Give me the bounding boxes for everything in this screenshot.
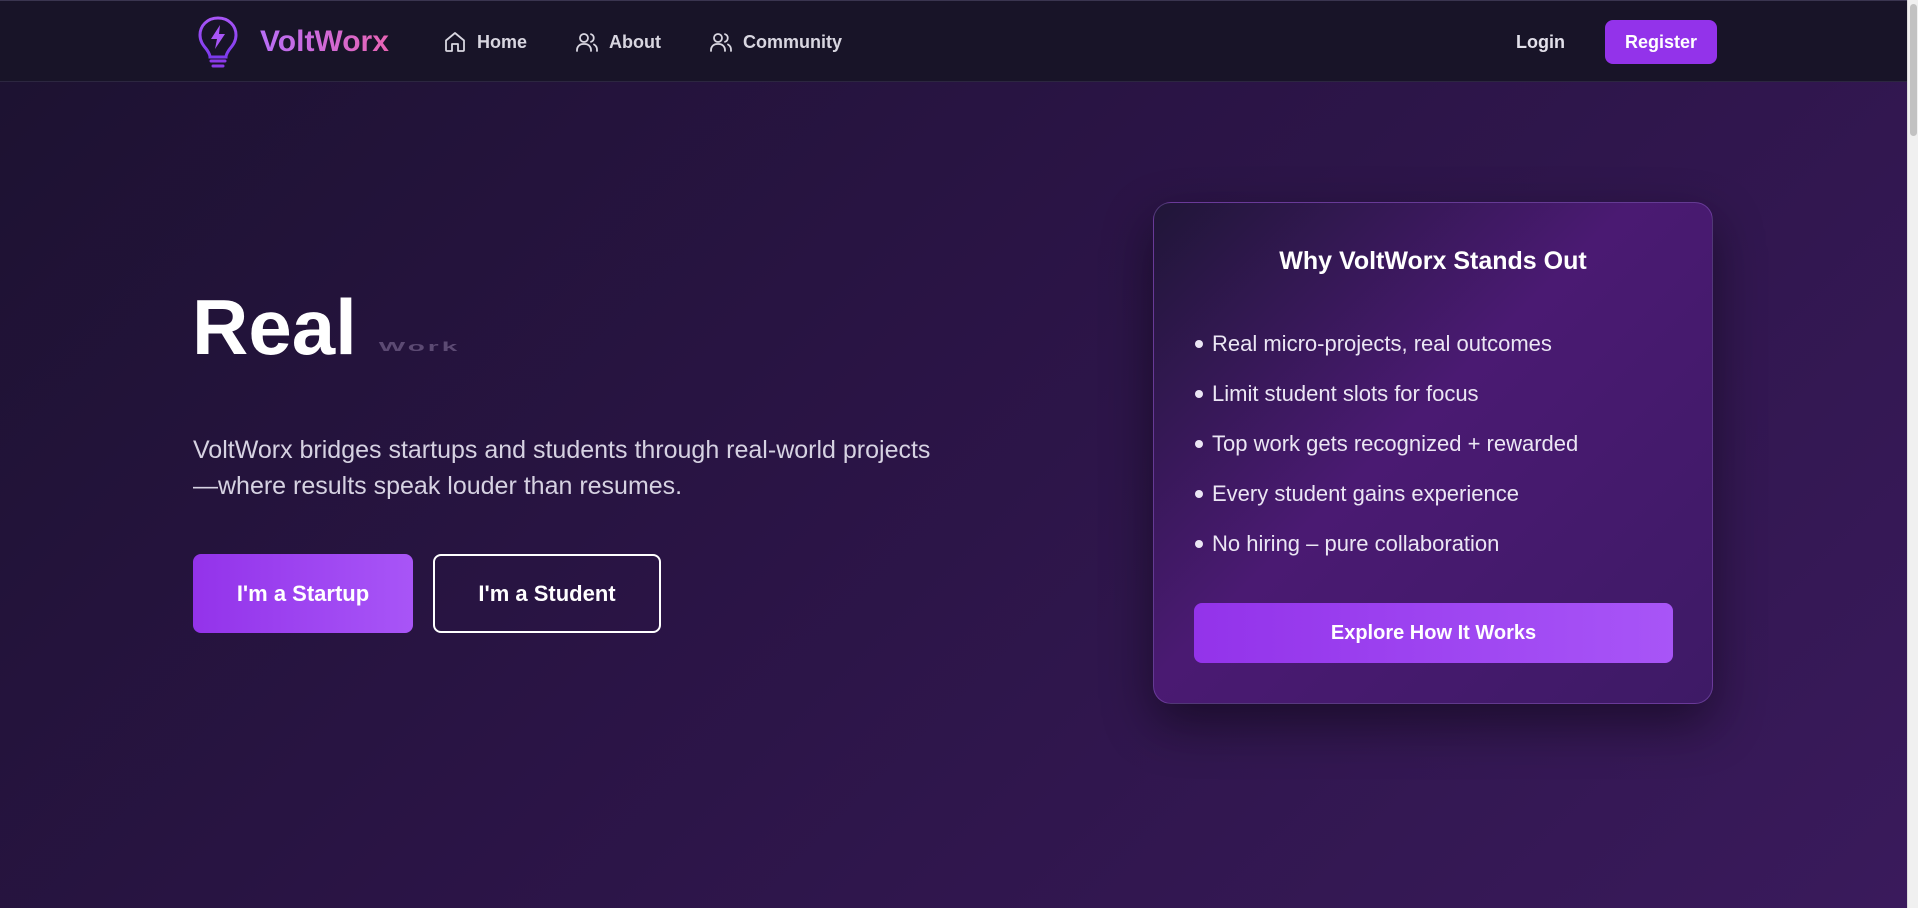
bullet-icon: [1195, 340, 1203, 348]
hero-title: Real Work: [192, 288, 460, 366]
bullet-icon: [1195, 540, 1203, 548]
startup-button[interactable]: I'm a Startup: [193, 554, 413, 633]
list-item-text: Every student gains experience: [1212, 481, 1519, 506]
list-item-text: No hiring – pure collaboration: [1212, 531, 1500, 556]
list-item: Real micro-projects, real outcomes: [1195, 319, 1578, 369]
nav-item-community[interactable]: Community: [709, 30, 842, 54]
hero-title-main: Real: [192, 283, 357, 371]
list-item: Every student gains experience: [1195, 469, 1578, 519]
login-link[interactable]: Login: [1516, 32, 1565, 53]
home-icon: [445, 32, 465, 52]
nav-item-label: Community: [743, 31, 842, 52]
brand[interactable]: VoltWorx: [196, 13, 389, 71]
bullet-icon: [1195, 390, 1203, 398]
scrollbar-thumb[interactable]: [1910, 4, 1917, 136]
bullet-icon: [1195, 490, 1203, 498]
student-button[interactable]: I'm a Student: [433, 554, 661, 633]
explore-button[interactable]: Explore How It Works: [1194, 603, 1673, 663]
card-title: Why VoltWorx Stands Out: [1279, 247, 1587, 275]
nav-item-home[interactable]: Home: [443, 30, 527, 54]
main-nav: Home About Community: [443, 27, 890, 57]
list-item: Limit student slots for focus: [1195, 369, 1578, 419]
list-item-text: Real micro-projects, real outcomes: [1212, 331, 1552, 356]
page-scrollbar[interactable]: [1907, 0, 1918, 908]
users-icon: [710, 33, 732, 52]
hero-subtitle: VoltWorx bridges startups and students t…: [193, 436, 931, 500]
bullet-icon: [1195, 440, 1203, 448]
users-icon: [576, 33, 598, 52]
list-item: Top work gets recognized + rewarded: [1195, 419, 1578, 469]
hero-title-animated-word: Work: [378, 339, 461, 354]
nav-item-label: Home: [477, 31, 528, 52]
brand-name: VoltWorx: [260, 25, 389, 58]
features-card: Why VoltWorx Stands Out Real micro-proje…: [1153, 202, 1713, 704]
nav-item-label: About: [609, 31, 661, 52]
nav-item-about[interactable]: About: [575, 30, 661, 54]
lightbulb-bolt-icon: [198, 16, 238, 68]
list-item: No hiring – pure collaboration: [1195, 519, 1578, 569]
list-item-text: Limit student slots for focus: [1212, 381, 1479, 406]
hero-cta-group: I'm a Startup I'm a Student: [193, 554, 661, 633]
auth-actions: Login Register: [1516, 20, 1717, 64]
landing-page: VoltWorx Home About Community Login Regi…: [0, 0, 1907, 908]
list-item-text: Top work gets recognized + rewarded: [1212, 431, 1579, 456]
register-button[interactable]: Register: [1604, 20, 1717, 64]
features-list: Real micro-projects, real outcomes Limit…: [1195, 319, 1578, 569]
navbar: VoltWorx Home About Community Login Regi…: [0, 0, 1907, 82]
